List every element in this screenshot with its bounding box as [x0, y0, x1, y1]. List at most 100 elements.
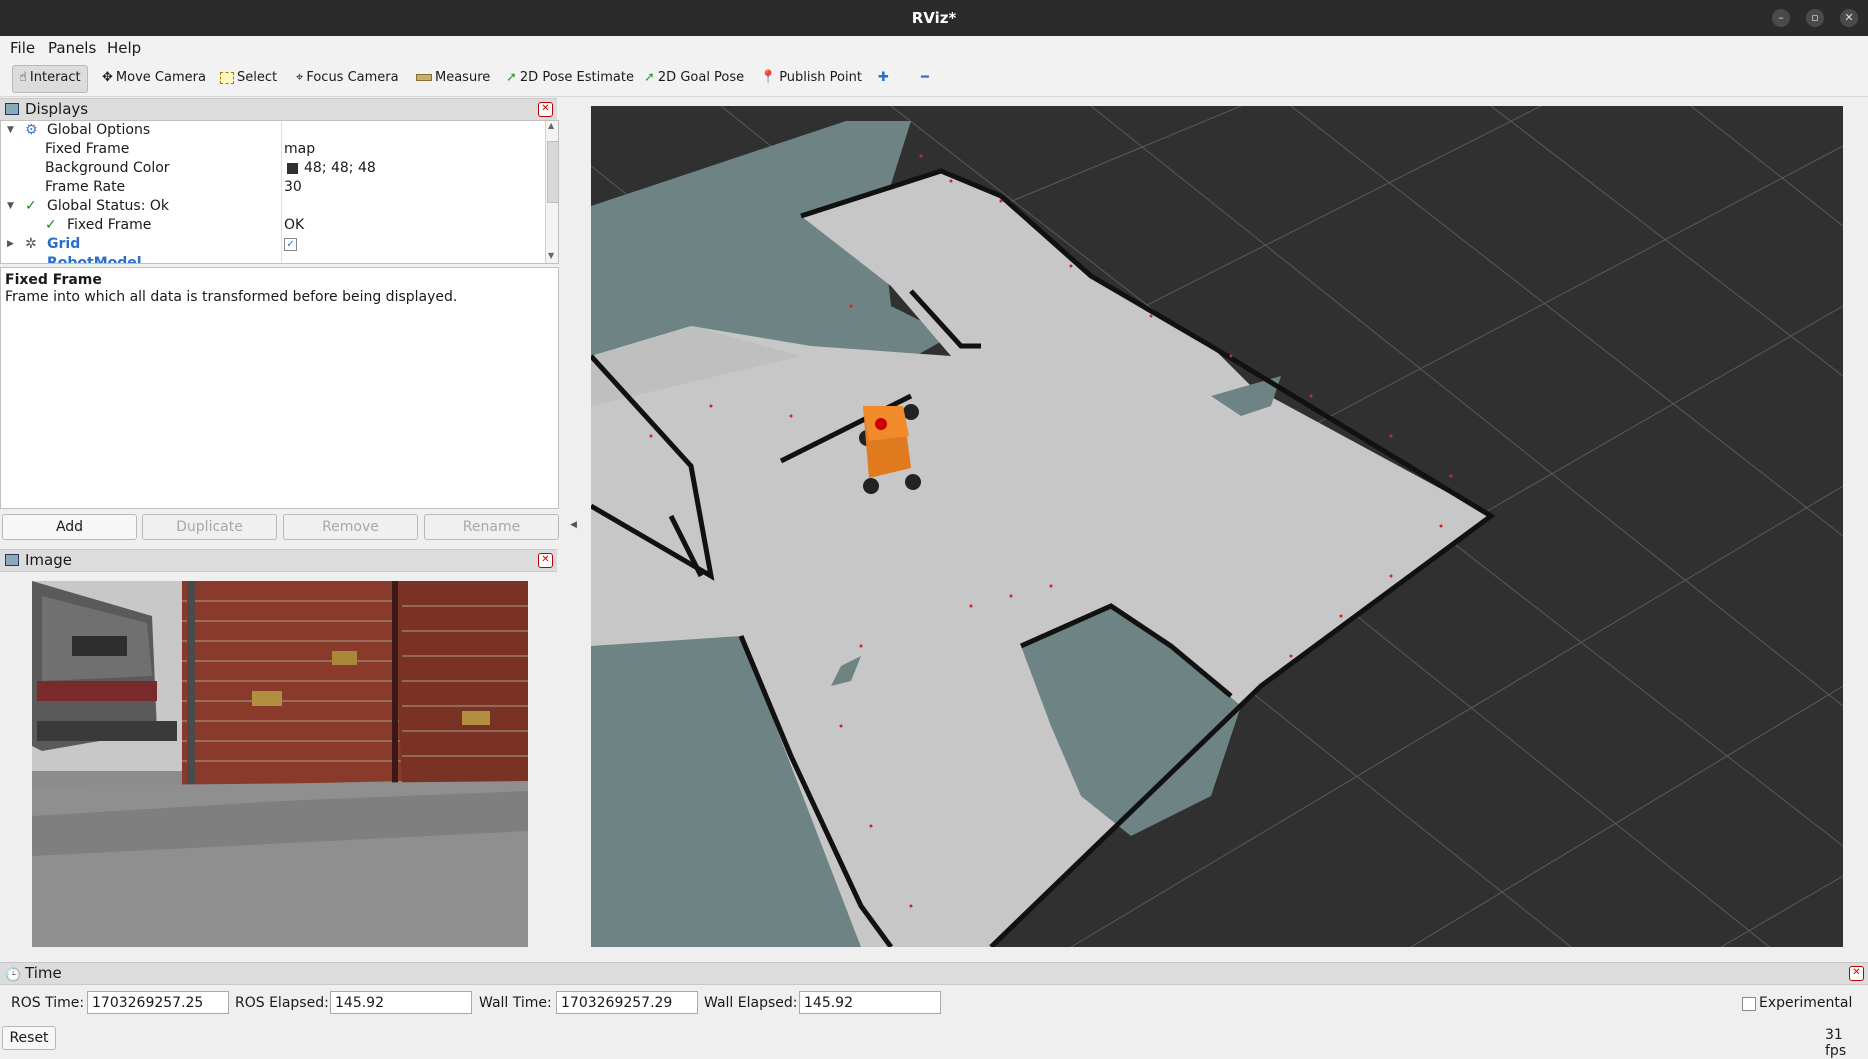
tree-label: Fixed Frame [45, 141, 130, 157]
checkmark-icon: ✓ [45, 217, 57, 233]
pose-estimate-tool[interactable]: ➚ 2D Pose Estimate [500, 65, 640, 91]
ros-time-field[interactable]: 1703269257.25 [87, 991, 229, 1014]
displays-scrollbar[interactable]: ▲ ▼ [545, 121, 558, 263]
wall-time-label: Wall Time: [479, 995, 552, 1011]
tree-row-frame-rate[interactable]: Frame Rate 30 [1, 178, 544, 197]
grid-checkbox[interactable]: ✓ [284, 238, 297, 251]
tree-value[interactable]: 30 [284, 178, 302, 197]
close-icon[interactable]: ✕ [538, 102, 553, 117]
plus-icon: ✚ [878, 70, 889, 85]
expand-arrow-icon[interactable]: ▼ [7, 197, 14, 216]
collapse-left-icon[interactable]: ◀ [570, 520, 577, 530]
tree-label: Grid [47, 236, 81, 252]
rename-button[interactable]: Rename [424, 514, 559, 540]
description-text: Frame into which all data is transformed… [5, 289, 458, 305]
move-icon: ✥ [102, 70, 113, 85]
wall-time-field[interactable]: 1703269257.29 [556, 991, 698, 1014]
focus-camera-tool[interactable]: ⌖ Focus Camera [290, 65, 405, 91]
close-icon[interactable]: ✕ [1849, 966, 1864, 981]
property-description: Fixed Frame Frame into which all data is… [0, 267, 559, 509]
tree-row-status-fixed-frame[interactable]: ✓ Fixed Frame OK [1, 216, 544, 235]
monitor-icon [5, 103, 19, 115]
scroll-down-icon[interactable]: ▼ [548, 251, 554, 260]
tree-label: Fixed Frame [67, 217, 152, 233]
ros-elapsed-label: ROS Elapsed: [235, 995, 329, 1011]
tree-row-global-status[interactable]: ▼ ✓ Global Status: Ok [1, 197, 544, 216]
description-title: Fixed Frame [5, 272, 102, 288]
goal-pose-tool[interactable]: ➚ 2D Goal Pose [638, 65, 750, 91]
remove-tool-button[interactable]: ━ [915, 65, 935, 91]
tree-row-global-options[interactable]: ▼ ⚙ Global Options [1, 121, 544, 140]
tree-row-fixed-frame[interactable]: Fixed Frame map [1, 140, 544, 159]
tree-value[interactable]: map [284, 140, 315, 159]
green-arrow-icon: ➚ [644, 70, 655, 85]
collapse-arrow-icon[interactable]: ▶ [7, 235, 14, 254]
tree-row-grid[interactable]: ▶ ✲ Grid ✓ [1, 235, 544, 254]
tree-value: OK [284, 217, 305, 233]
measure-tool[interactable]: Measure [410, 65, 496, 91]
measure-label: Measure [435, 70, 491, 85]
render-3d-view[interactable] [591, 106, 1843, 947]
minimize-button[interactable]: – [1772, 9, 1790, 27]
image-icon [5, 554, 19, 566]
scroll-up-icon[interactable]: ▲ [548, 121, 554, 130]
move-camera-tool[interactable]: ✥ Move Camera [96, 65, 212, 91]
wall-elapsed-field[interactable]: 145.92 [799, 991, 941, 1014]
ros-time-label: ROS Time: [11, 995, 85, 1011]
menu-help[interactable]: Help [107, 39, 141, 57]
interact-label: Interact [29, 70, 81, 85]
remove-button[interactable]: Remove [283, 514, 418, 540]
image-panel-header: Image ✕ [0, 549, 557, 572]
experimental-checkbox[interactable] [1742, 997, 1756, 1011]
scroll-thumb[interactable] [547, 141, 558, 203]
add-button[interactable]: Add [2, 514, 137, 540]
crosshair-icon: ⌖ [296, 70, 304, 85]
tree-label: RobotModel [47, 255, 142, 264]
fps-counter: 31 fps [1825, 1027, 1847, 1059]
checkmark-icon: ✓ [25, 198, 37, 214]
menu-file[interactable]: File [10, 39, 35, 57]
image-panel-title: Image [25, 551, 72, 569]
time-panel-title: Time [25, 964, 62, 982]
interact-tool[interactable]: ☝ Interact [12, 65, 88, 93]
minus-icon: ━ [921, 70, 929, 85]
tree-row-background-color[interactable]: Background Color 48; 48; 48 [1, 159, 544, 178]
camera-image [32, 581, 528, 947]
ros-elapsed-field[interactable]: 145.92 [330, 991, 472, 1014]
expand-arrow-icon[interactable]: ▼ [7, 121, 14, 140]
ruler-icon [416, 74, 432, 81]
select-tool[interactable]: Select [214, 65, 283, 91]
add-tool-button[interactable]: ✚ [872, 65, 895, 91]
green-arrow-icon: ➚ [506, 70, 517, 85]
move-camera-label: Move Camera [115, 70, 206, 85]
publish-point-label: Publish Point [779, 70, 862, 85]
goal-pose-label: 2D Goal Pose [657, 70, 745, 85]
focus-camera-label: Focus Camera [306, 70, 399, 85]
select-label: Select [237, 70, 278, 85]
close-window-button[interactable]: ✕ [1840, 9, 1858, 27]
displays-panel-header: Displays ✕ [0, 98, 557, 121]
displays-tree: ▼ ⚙ Global Options Fixed Frame map Backg… [0, 120, 559, 264]
displays-title: Displays [25, 100, 89, 118]
clock-icon: 🕒 [5, 968, 22, 983]
pose-estimate-label: 2D Pose Estimate [519, 70, 634, 85]
publish-point-tool[interactable]: 📍 Publish Point [754, 65, 868, 91]
window-title: RViz* [911, 9, 957, 27]
maximize-button[interactable]: ▫ [1806, 9, 1824, 27]
tree-label: Frame Rate [45, 179, 126, 195]
duplicate-button[interactable]: Duplicate [142, 514, 277, 540]
select-box-icon [220, 71, 234, 84]
color-swatch[interactable] [287, 163, 298, 174]
reset-button[interactable]: Reset [2, 1026, 56, 1050]
grid-icon: ✲ [25, 236, 37, 252]
map-pin-icon: 📍 [760, 70, 777, 85]
time-panel-header: 🕒 Time ✕ [0, 962, 1868, 985]
menu-bar: File Panels Help [0, 36, 1868, 60]
close-icon[interactable]: ✕ [538, 553, 553, 568]
toolbar: ☝ Interact ✥ Move Camera Select ⌖ Focus Cam… [0, 60, 1868, 97]
tree-label: Global Options [47, 122, 151, 138]
tree-row-robotmodel[interactable]: RobotModel [1, 254, 544, 264]
tree-value[interactable]: 48; 48; 48 [304, 159, 376, 178]
gear-icon: ⚙ [25, 122, 38, 138]
menu-panels[interactable]: Panels [48, 39, 96, 57]
